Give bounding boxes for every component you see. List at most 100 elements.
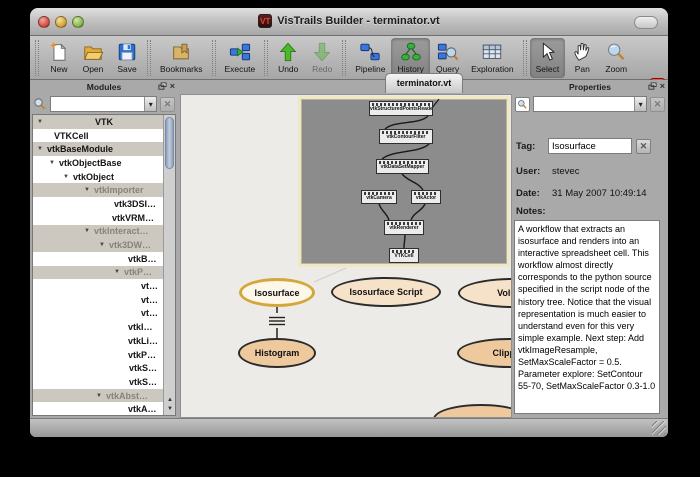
bookmarks-button[interactable]: Bookmarks	[154, 38, 209, 78]
clear-tag-button[interactable]: ✕	[636, 139, 651, 154]
pipeline-module[interactable]: vtkStructuredPointsReader	[369, 101, 433, 116]
clear-search-button[interactable]: ✕	[650, 97, 665, 112]
tree-scrollbar[interactable]: ▲ ▼	[163, 115, 175, 415]
tree-item[interactable]: ▼vtkObject	[33, 170, 175, 184]
redo-label: Redo	[312, 64, 332, 74]
pan-hand-icon	[571, 41, 593, 63]
tree-item[interactable]: vtkS…	[33, 375, 175, 389]
execute-label: Execute	[225, 64, 256, 74]
zoom-button[interactable]: Zoom	[599, 38, 633, 78]
version-node-histogram[interactable]: Histogram	[238, 338, 316, 368]
properties-search-input[interactable]	[534, 97, 634, 111]
tree-item[interactable]: ▼vtkImporter	[33, 183, 175, 197]
toolbar-handle[interactable]	[35, 40, 39, 76]
execute-icon	[229, 41, 251, 63]
history-button[interactable]: History	[391, 38, 429, 78]
pan-button[interactable]: Pan	[565, 38, 599, 78]
tree-item[interactable]: ▼vtkAbst…	[33, 389, 175, 403]
float-panel-icon[interactable]	[648, 82, 657, 91]
properties-panel-title: Properties	[569, 82, 611, 92]
tree-item[interactable]: ▼vtk3DW…	[33, 238, 175, 252]
close-panel-icon[interactable]: ×	[170, 81, 175, 91]
notes-textarea[interactable]: A workflow that extracts an isosurface a…	[514, 220, 660, 414]
search-button[interactable]	[515, 97, 530, 112]
exploration-button[interactable]: Exploration	[465, 38, 520, 78]
tree-item[interactable]: vt…	[33, 293, 175, 307]
tree-item[interactable]: ▼vtkInteract…	[33, 225, 175, 239]
bookmarks-label: Bookmarks	[160, 64, 203, 74]
search-icon[interactable]	[33, 97, 47, 111]
tab-terminator[interactable]: terminator.vt	[385, 73, 463, 93]
version-node-volume[interactable]: Volume	[458, 278, 512, 308]
module-search-input[interactable]	[51, 97, 144, 111]
properties-search-combobox[interactable]: ▾	[533, 96, 647, 112]
tree-item[interactable]: ▼vtkObjectBase	[33, 156, 175, 170]
tree-item[interactable]: vtkB…	[33, 252, 175, 266]
select-button[interactable]: Select	[530, 38, 566, 78]
pipeline-module[interactable]: VTKCell	[389, 248, 419, 263]
combo-dropdown-icon[interactable]: ▾	[144, 97, 156, 111]
select-cursor-icon	[536, 41, 558, 63]
close-panel-icon[interactable]: ×	[660, 81, 665, 91]
open-button[interactable]: Open	[76, 38, 110, 78]
redo-button[interactable]: Redo	[305, 38, 339, 78]
pipeline-preview[interactable]: vtkStructuredPointsReader vtkContourFilt…	[298, 96, 510, 267]
module-tree: ▼VTK VTKCell ▼vtkBaseModule ▼vtkObjectBa…	[32, 114, 176, 416]
title-bar[interactable]: VT VisTrails Builder - terminator.vt	[30, 8, 668, 36]
history-label: History	[397, 64, 423, 74]
zoom-magnifier-icon	[605, 41, 627, 63]
pipeline-module[interactable]: vtkContourFilter	[379, 129, 433, 144]
tree-item[interactable]: ▼VTK	[33, 115, 175, 129]
undo-button[interactable]: Undo	[271, 38, 305, 78]
status-bar	[30, 418, 668, 437]
date-label: Date:	[516, 188, 548, 199]
pipeline-button[interactable]: Pipeline	[349, 38, 391, 78]
tree-item[interactable]: ▼vtkP…	[33, 266, 175, 280]
version-node-partial[interactable]	[433, 404, 512, 418]
version-node-isosurface-script[interactable]: Isosurface Script	[331, 277, 441, 307]
toolbar-separator	[264, 40, 268, 76]
new-button[interactable]: New	[42, 38, 76, 78]
vistrails-window: VT VisTrails Builder - terminator.vt New…	[30, 8, 668, 437]
resize-grip[interactable]	[652, 421, 666, 435]
execute-button[interactable]: Execute	[219, 38, 262, 78]
version-node-clipped[interactable]: Clipped	[457, 338, 512, 368]
pipeline-module[interactable]: vtkDataSetMapper	[376, 159, 429, 174]
version-tree-canvas[interactable]: vtkStructuredPointsReader vtkContourFilt…	[180, 94, 512, 418]
new-label: New	[50, 64, 67, 74]
pipeline-module[interactable]: vtkCamera	[361, 190, 397, 204]
new-file-icon	[48, 41, 70, 63]
pan-label: Pan	[575, 64, 590, 74]
scroll-up-icon[interactable]: ▲	[164, 396, 176, 405]
toolbar-toggle-capsule[interactable]	[634, 16, 658, 29]
save-floppy-icon	[116, 41, 138, 63]
tree-item[interactable]: vtkLi…	[33, 334, 175, 348]
tree-item[interactable]: VTKCell	[33, 129, 175, 143]
tree-item[interactable]: vt…	[33, 279, 175, 293]
tree-item[interactable]: vtkS…	[33, 361, 175, 375]
tree-item[interactable]: vtkP…	[33, 348, 175, 362]
bookmarks-icon	[170, 41, 192, 63]
tree-item[interactable]: vtkA…	[33, 402, 175, 416]
pipeline-module[interactable]: vtkRenderer	[384, 220, 424, 235]
pipeline-module[interactable]: vtkActor	[411, 190, 441, 204]
main-toolbar: New Open Save Bookmarks Execute	[30, 36, 668, 80]
tree-item[interactable]: vt…	[33, 307, 175, 321]
tree-item[interactable]: vtkI…	[33, 320, 175, 334]
module-search-combobox[interactable]: ▾	[50, 96, 157, 112]
scroll-down-icon[interactable]: ▼	[164, 405, 176, 414]
version-node-isosurface[interactable]: Isosurface	[239, 278, 315, 307]
save-button[interactable]: Save	[110, 38, 144, 78]
clear-search-button[interactable]: ✕	[160, 97, 175, 112]
scrollbar-thumb[interactable]	[165, 117, 174, 169]
tag-input[interactable]	[548, 138, 632, 154]
tree-item[interactable]: ▼vtkBaseModule	[33, 142, 175, 156]
pipeline-label: Pipeline	[355, 64, 385, 74]
tree-item[interactable]: vtk3DSI…	[33, 197, 175, 211]
combo-dropdown-icon[interactable]: ▾	[634, 97, 646, 111]
tree-item[interactable]: vtkVRM…	[33, 211, 175, 225]
query-button[interactable]: Query	[430, 38, 465, 78]
date-value: 31 May 2007 10:49:14	[552, 188, 647, 199]
float-panel-icon[interactable]	[158, 82, 167, 91]
select-label: Select	[536, 64, 560, 74]
